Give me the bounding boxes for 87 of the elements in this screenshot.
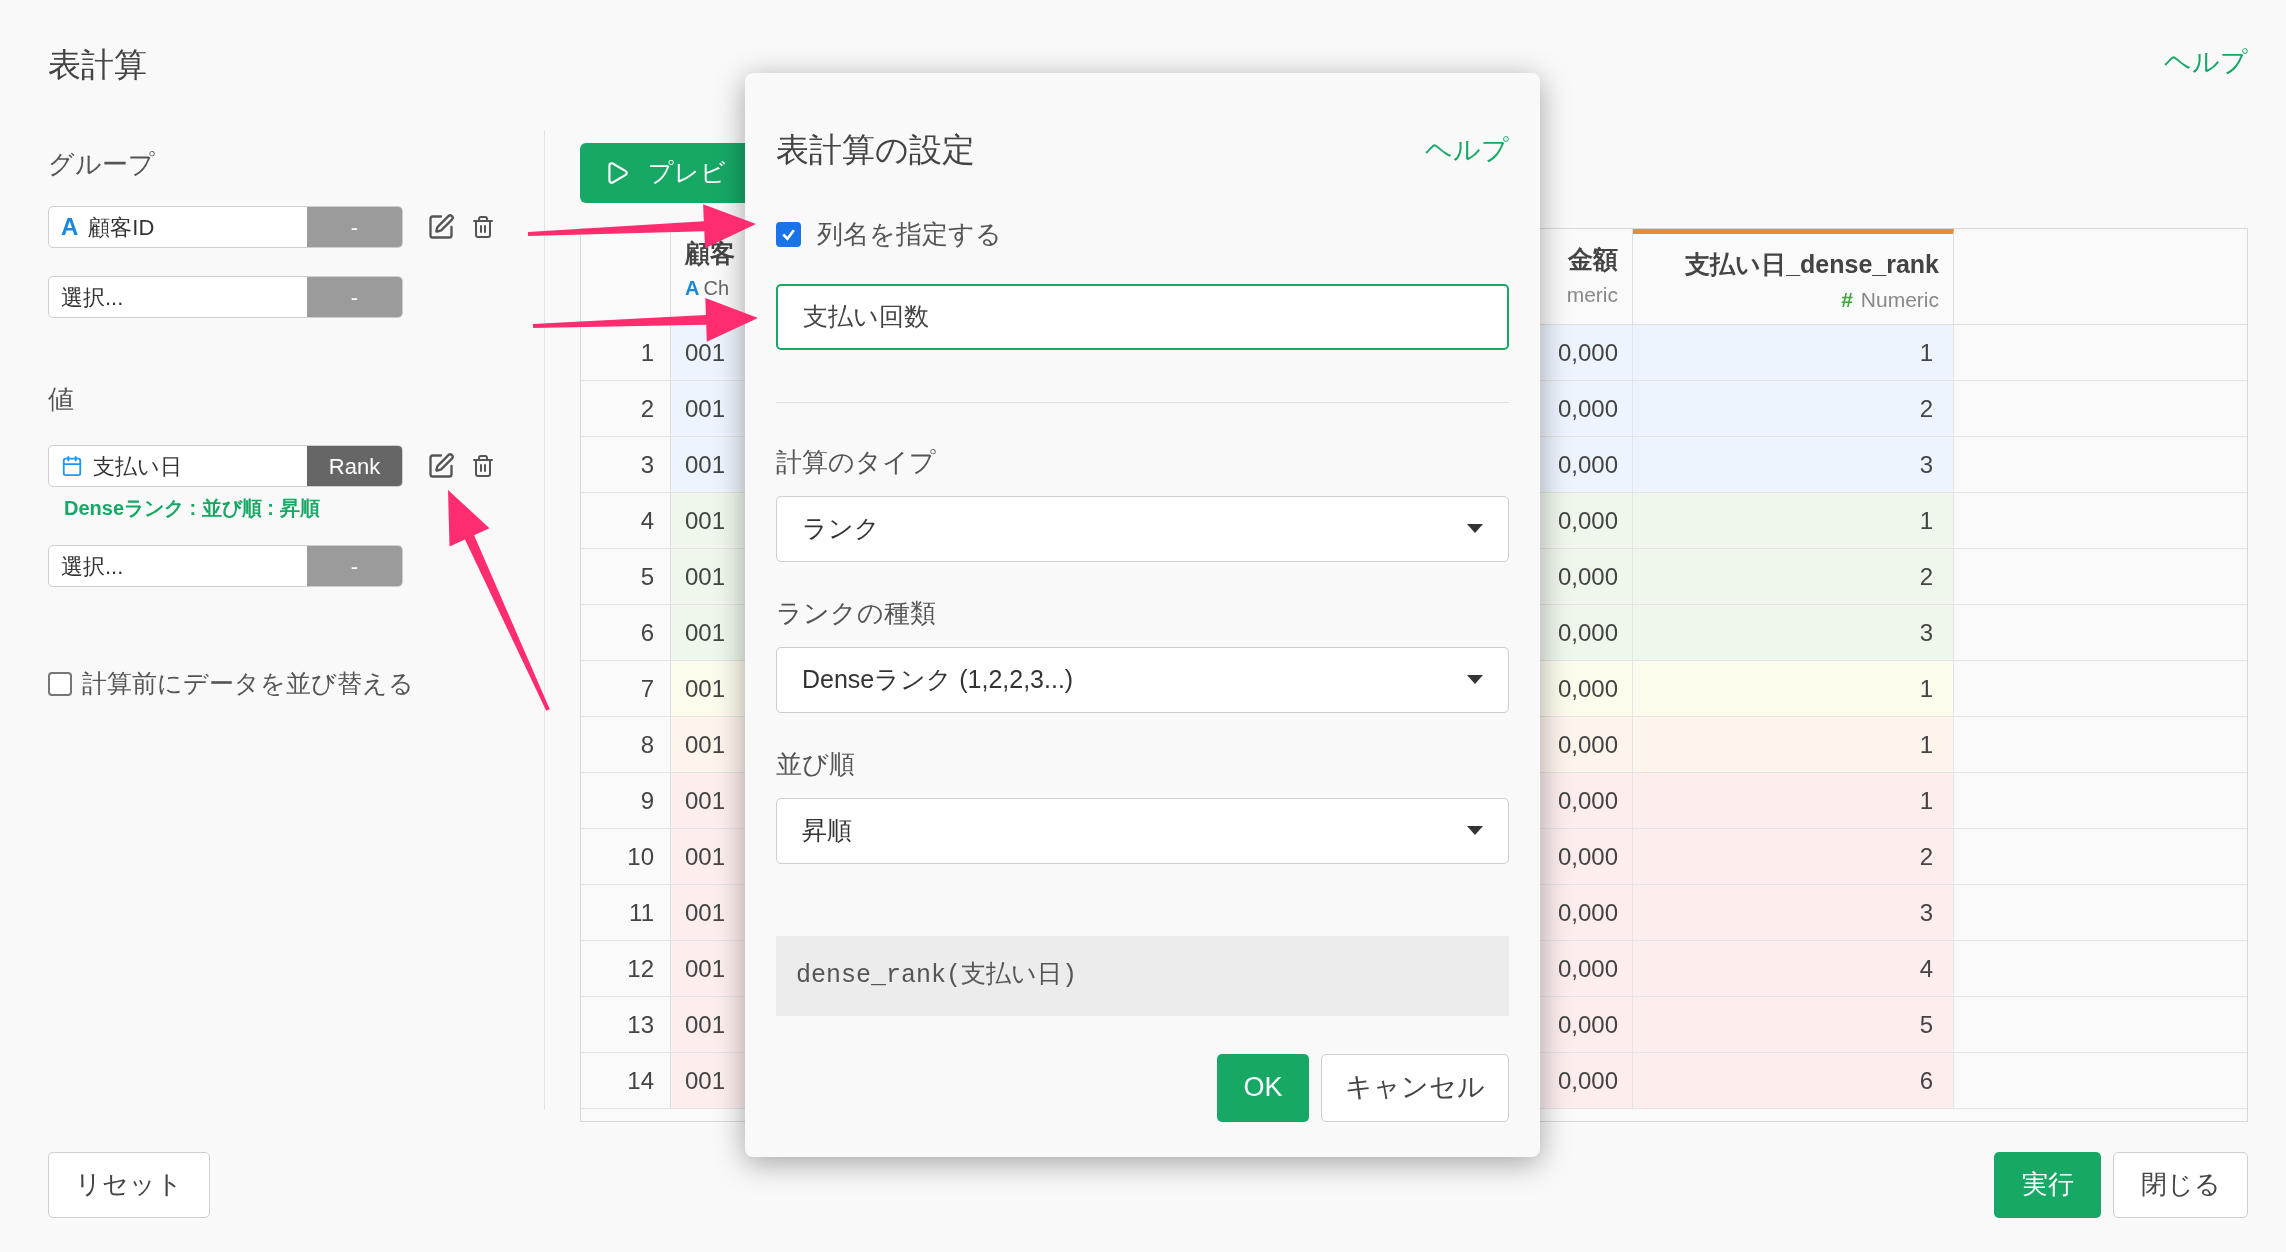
table-cell: 1 [1633, 661, 1954, 716]
table-cell: 0,000 [1541, 437, 1633, 492]
table-cell: 0,000 [1541, 661, 1633, 716]
select-placeholder: 選択... [61, 283, 124, 312]
table-cell: 2 [1633, 381, 1954, 436]
cancel-button[interactable]: キャンセル [1321, 1053, 1509, 1122]
column-type: Numeric [1860, 286, 1939, 313]
column-header: 金額 [1568, 244, 1618, 275]
dropdown-select[interactable]: Denseランク (1,2,2,3...) [776, 646, 1509, 713]
field-label: 並び順 [776, 747, 856, 781]
column-header: 顧客 [685, 238, 736, 269]
close-button[interactable]: 閉じる [2113, 1151, 2248, 1218]
table-cell: 001 [671, 717, 746, 772]
table-cell: 001 [671, 829, 746, 884]
table-cell: 3 [1633, 885, 1954, 940]
table-cell: 001 [671, 773, 746, 828]
table-cell: 001 [671, 381, 746, 436]
dialog-title: 表計算の設定 [776, 130, 975, 170]
calendar-icon [61, 455, 83, 477]
table-cell: 0,000 [1541, 325, 1633, 380]
select-placeholder: 選択... [61, 552, 124, 581]
table-cell: 001 [671, 437, 746, 492]
column-select[interactable]: 選択... - [48, 545, 403, 587]
table-cell: 0,000 [1541, 549, 1633, 604]
column-name: 支払い日 [93, 452, 182, 481]
table-cell: 0,000 [1541, 493, 1633, 548]
delete-icon[interactable] [471, 215, 495, 239]
table-cell: 001 [671, 493, 746, 548]
field-label: 計算のタイプ [776, 445, 937, 479]
table-cell: 2 [1633, 829, 1954, 884]
delete-icon[interactable] [471, 454, 495, 478]
checkbox-label: 計算前にデータを並び替える [82, 668, 414, 699]
text-type-icon: A [685, 272, 700, 303]
table-cell: 1 [1633, 773, 1954, 828]
table-cell: 3 [1633, 437, 1954, 492]
caret-icon [1467, 524, 1483, 533]
table-cell: 1 [1633, 717, 1954, 772]
table-cell: 6 [1633, 1053, 1954, 1108]
column-name: 顧客ID [88, 213, 155, 242]
text-type-icon: A [61, 209, 79, 245]
dropdown-select[interactable]: 昇順 [776, 797, 1509, 864]
checkbox[interactable] [776, 221, 801, 247]
edit-icon[interactable] [427, 452, 455, 480]
table-cell: 1 [1633, 325, 1954, 380]
table-cell: 001 [671, 661, 746, 716]
table-cell: 1 [1633, 493, 1954, 548]
column-type: Ch [703, 275, 730, 301]
column-type: meric [1566, 281, 1618, 308]
table-cell: 0,000 [1541, 605, 1633, 660]
edit-icon[interactable] [427, 213, 455, 241]
table-cell: 5 [1633, 997, 1954, 1052]
formula-preview: dense_rank(支払い日) [776, 935, 1509, 1016]
dropdown-select[interactable]: ランク [776, 495, 1509, 562]
table-cell: 001 [671, 885, 746, 940]
caret-icon [1467, 675, 1483, 684]
table-cell: 001 [671, 941, 746, 996]
table-cell: 001 [671, 605, 746, 660]
table-cell: 4 [1633, 941, 1954, 996]
numeric-type-icon: # [1841, 283, 1853, 315]
table-cell: 001 [671, 1053, 746, 1108]
table-cell: 0,000 [1541, 381, 1633, 436]
calculation-summary: Denseランク : 並び順 : 昇順 [64, 496, 321, 521]
field-label: ランクの種類 [776, 596, 937, 630]
section-label: グループ [48, 148, 156, 181]
section-label: 値 [48, 383, 75, 416]
table-cell: 001 [671, 549, 746, 604]
column-name-field[interactable]: 支払い回数 [776, 283, 1509, 350]
column-field[interactable]: A 顧客ID - [48, 206, 403, 248]
column-header: 支払い日_dense_rank [1685, 249, 1939, 280]
table-cell: 3 [1633, 605, 1954, 660]
table-cell: 2 [1633, 549, 1954, 604]
table-cell: 001 [671, 997, 746, 1052]
column-field[interactable]: 支払い日 Rank [48, 445, 403, 487]
column-select[interactable]: 選択... - [48, 276, 403, 318]
checkbox-label: 列名を指定する [817, 217, 1002, 251]
page-title: 表計算 [48, 45, 147, 85]
calculation-button[interactable]: Rank [307, 446, 402, 486]
table-cell: 0,000 [1541, 1053, 1633, 1108]
table-cell: 0,000 [1541, 885, 1633, 940]
table-cell: 0,000 [1541, 773, 1633, 828]
table-cell: 0,000 [1541, 941, 1633, 996]
checkbox[interactable] [48, 671, 72, 696]
table-cell: 0,000 [1541, 717, 1633, 772]
caret-icon [1467, 826, 1483, 835]
table-cell: 0,000 [1541, 997, 1633, 1052]
table-cell: 0,000 [1541, 829, 1633, 884]
reset-button[interactable]: リセット [48, 1151, 210, 1218]
